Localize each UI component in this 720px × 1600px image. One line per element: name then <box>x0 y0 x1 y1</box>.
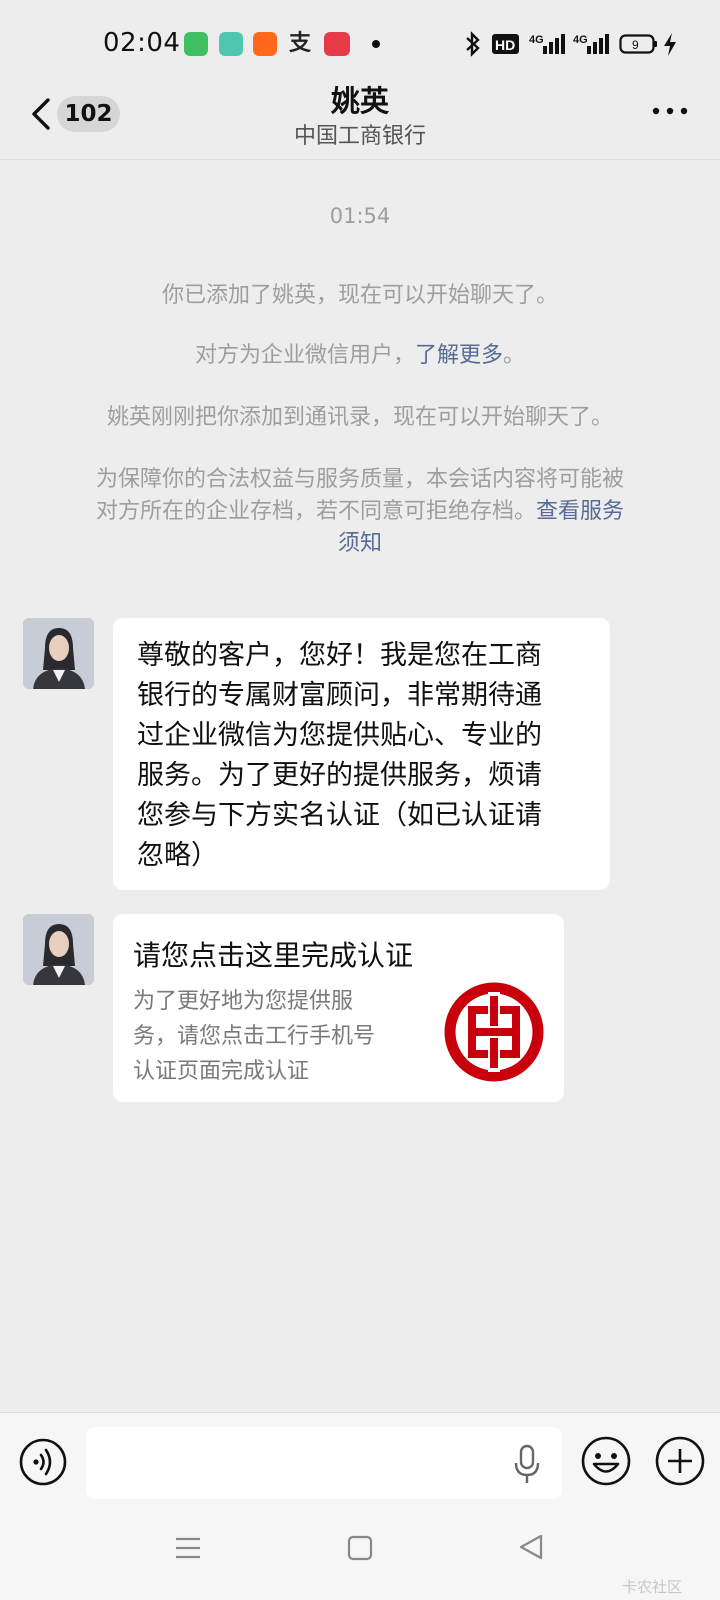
link-card[interactable]: 请您点击这里完成认证 为了更好地为您提供服 务，请您点击工行手机号 认证页面完成… <box>113 914 564 1102</box>
avatar-image <box>23 914 94 985</box>
enterprise-text: 对方为企业微信用户， <box>194 343 415 368</box>
message-input[interactable] <box>86 1427 562 1499</box>
view-terms-link[interactable]: 查看服务 <box>536 499 624 524</box>
charging-icon <box>664 33 676 56</box>
svg-text:9: 9 <box>632 38 639 52</box>
hd-icon: HD <box>492 34 519 54</box>
message-line: 忽略） <box>137 840 218 871</box>
signal-4g-icon-2: 4G <box>573 34 609 54</box>
home-icon[interactable] <box>346 1534 374 1562</box>
view-terms-link-2[interactable]: 须知 <box>60 528 660 560</box>
emoji-icon[interactable] <box>580 1435 632 1487</box>
message-line: 过企业微信为您提供贴心、专业的 <box>137 720 542 751</box>
download-icon <box>219 32 243 56</box>
archive-line-2: 对方所在的企业存档，若不同意可拒绝存档。查看服务 <box>95 499 625 524</box>
chat-header: 102 姚英 中国工商银行 <box>0 84 720 160</box>
svg-text:4G: 4G <box>573 34 588 46</box>
signal-4g-icon: 4G <box>529 34 565 54</box>
contact-name: 姚英 <box>330 84 389 118</box>
more-notifications-dot-icon <box>372 40 380 48</box>
avatar[interactable] <box>23 914 94 985</box>
message-line: 服务。为了更好的提供服务，烦请 <box>137 760 542 791</box>
status-bar: 02:04 支 HD 4G 4G 9 <box>0 0 720 88</box>
status-time: 02:04 <box>103 28 181 58</box>
card-title: 请您点击这里完成认证 <box>133 939 414 972</box>
avatar-image <box>23 618 94 689</box>
system-message-added: 你已添加了姚英，现在可以开始聊天了。 <box>161 283 558 308</box>
icbc-logo-icon <box>444 982 544 1082</box>
avatar[interactable] <box>23 618 94 689</box>
message-timestamp: 01:54 <box>329 204 391 228</box>
taobao-icon <box>253 32 277 56</box>
svg-text:HD: HD <box>495 37 515 53</box>
message-bubble[interactable]: 尊敬的客户，您好！我是您在工商 银行的专属财富顾问，非常期待通 过企业微信为您提… <box>113 618 610 890</box>
bluetooth-icon <box>466 31 480 57</box>
system-message-enterprise: 对方为企业微信用户，了解更多。 <box>60 340 660 372</box>
app-icon <box>324 32 350 56</box>
menu-icon[interactable] <box>174 1534 202 1562</box>
plus-icon[interactable] <box>654 1435 706 1487</box>
more-options-icon[interactable] <box>650 96 690 126</box>
svg-text:4G: 4G <box>529 34 544 46</box>
battery-icon: 9 <box>619 34 657 54</box>
system-message-archive: 为保障你的合法权益与服务质量，本会话内容将可能被 对方所在的企业存档，若不同意可… <box>60 464 660 560</box>
system-nav-bar: 卡农社区 <box>0 1512 720 1600</box>
microphone-icon[interactable] <box>510 1443 544 1487</box>
archive-line-1: 为保障你的合法权益与服务质量，本会话内容将可能被 <box>95 467 624 492</box>
message-line: 银行的专属财富顾问，非常期待通 <box>137 680 542 711</box>
message-line: 您参与下方实名认证（如已认证请 <box>137 800 542 831</box>
alipay-icon: 支 <box>289 31 312 56</box>
learn-more-link[interactable]: 了解更多 <box>415 343 503 368</box>
watermark: 卡农社区 <box>622 1578 683 1596</box>
system-message-contact-added: 姚英刚刚把你添加到通讯录，现在可以开始聊天了。 <box>106 405 613 430</box>
nav-back-icon[interactable] <box>517 1532 545 1562</box>
enterprise-suffix: 。 <box>503 343 526 368</box>
input-bar <box>0 1412 720 1512</box>
messages-icon <box>184 32 208 56</box>
contact-company: 中国工商银行 <box>293 124 426 149</box>
voice-input-icon[interactable] <box>18 1437 68 1487</box>
message-line: 尊敬的客户，您好！我是您在工商 <box>137 640 542 671</box>
card-description: 为了更好地为您提供服 务，请您点击工行手机号 认证页面完成认证 <box>133 989 376 1084</box>
